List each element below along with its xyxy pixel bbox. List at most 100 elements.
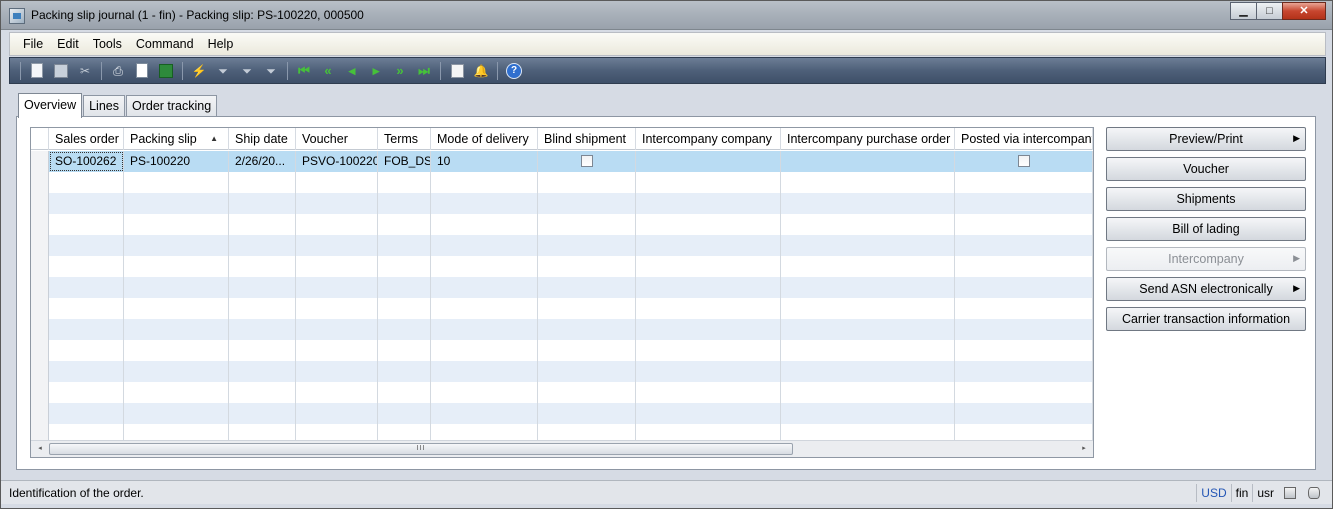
send-asn-electronically-button[interactable]: Send ASN electronically ▶ <box>1106 277 1306 301</box>
grid-cell[interactable] <box>955 214 1093 235</box>
previous-page-icon[interactable]: « <box>318 61 338 81</box>
table-row[interactable] <box>31 256 1093 277</box>
grid-cell[interactable] <box>378 193 431 214</box>
grid-cell[interactable] <box>124 298 229 319</box>
voucher-button[interactable]: Voucher <box>1106 157 1306 181</box>
grid-cell[interactable] <box>636 214 781 235</box>
menu-edit[interactable]: Edit <box>50 37 86 51</box>
column-header-voucher[interactable]: Voucher <box>296 128 378 150</box>
table-row[interactable] <box>31 382 1093 403</box>
advanced-filter-icon[interactable]: ⏷ <box>237 61 257 81</box>
grid-cell[interactable] <box>296 382 378 403</box>
grid-cell[interactable] <box>431 214 538 235</box>
grid-cell[interactable] <box>955 340 1093 361</box>
grid-cell[interactable] <box>955 319 1093 340</box>
row-selector[interactable] <box>31 382 49 403</box>
minimize-button[interactable]: ▁ <box>1230 2 1257 20</box>
column-header-sales-order[interactable]: Sales order <box>49 128 124 150</box>
grid-cell[interactable] <box>538 172 636 193</box>
new-document-icon[interactable] <box>27 61 47 81</box>
grid-cell[interactable] <box>378 319 431 340</box>
row-selector[interactable] <box>31 340 49 361</box>
row-selector[interactable] <box>31 403 49 424</box>
remove-filter-icon[interactable]: ⏷ <box>261 61 281 81</box>
first-record-icon[interactable]: ⏮ <box>294 61 314 81</box>
delete-icon[interactable]: ✂ <box>75 61 95 81</box>
grid-cell[interactable] <box>538 235 636 256</box>
grid-cell[interactable] <box>781 319 955 340</box>
grid-cell[interactable] <box>538 403 636 424</box>
row-selector[interactable] <box>31 256 49 277</box>
table-row[interactable] <box>31 235 1093 256</box>
row-selector[interactable] <box>31 319 49 340</box>
grid-cell[interactable] <box>781 277 955 298</box>
grid-cell[interactable] <box>49 277 124 298</box>
grid-cell[interactable] <box>955 256 1093 277</box>
grid-cell[interactable] <box>781 403 955 424</box>
filter-by-selection-icon[interactable]: ⚡ <box>189 61 209 81</box>
grid-cell[interactable] <box>378 340 431 361</box>
grid-cell[interactable] <box>49 172 124 193</box>
column-header-mode-of-delivery[interactable]: Mode of delivery <box>431 128 538 150</box>
grid-cell[interactable] <box>538 340 636 361</box>
close-button[interactable]: ✕ <box>1282 2 1326 20</box>
cell-sales-order[interactable]: SO-100262 <box>49 151 124 172</box>
maximize-button[interactable]: □ <box>1256 2 1283 20</box>
grid-cell[interactable] <box>49 214 124 235</box>
grid-cell[interactable] <box>296 403 378 424</box>
save-icon[interactable] <box>51 61 71 81</box>
grid-cell[interactable] <box>296 235 378 256</box>
grid-cell[interactable] <box>636 382 781 403</box>
cell-ship-date[interactable]: 2/26/20... <box>229 151 296 172</box>
grid-cell[interactable] <box>955 277 1093 298</box>
cell-packing-slip[interactable]: PS-100220 <box>124 151 229 172</box>
shipments-button[interactable]: Shipments <box>1106 187 1306 211</box>
grid-cell[interactable] <box>781 193 955 214</box>
alert-icon[interactable]: 🔔 <box>471 61 491 81</box>
cell-intercompany-purchase-order[interactable] <box>781 151 955 172</box>
column-header-blind-shipment[interactable]: Blind shipment <box>538 128 636 150</box>
table-row[interactable] <box>31 277 1093 298</box>
previous-record-icon[interactable]: ◂ <box>342 61 362 81</box>
table-row[interactable] <box>31 172 1093 193</box>
grid-cell[interactable] <box>431 193 538 214</box>
menu-file[interactable]: File <box>10 37 50 51</box>
export-excel-icon[interactable] <box>156 61 176 81</box>
row-selector[interactable] <box>31 235 49 256</box>
grid-cell[interactable] <box>431 319 538 340</box>
grid-cell[interactable] <box>229 403 296 424</box>
grid-cell[interactable] <box>124 382 229 403</box>
grid-cell[interactable] <box>431 403 538 424</box>
table-row[interactable] <box>31 193 1093 214</box>
cell-terms[interactable]: FOB_DS <box>378 151 431 172</box>
grid-cell[interactable] <box>124 277 229 298</box>
grid-cell[interactable] <box>124 214 229 235</box>
company-indicator[interactable]: fin <box>1230 484 1253 502</box>
grid-cell[interactable] <box>538 277 636 298</box>
grid-cell[interactable] <box>781 256 955 277</box>
scroll-right-icon[interactable]: ▸ <box>1077 443 1091 455</box>
grid-cell[interactable] <box>378 382 431 403</box>
grid-cell[interactable] <box>781 214 955 235</box>
next-page-icon[interactable]: » <box>390 61 410 81</box>
grid-cell[interactable] <box>229 277 296 298</box>
grid-cell[interactable] <box>49 298 124 319</box>
document-handling-icon[interactable] <box>447 61 467 81</box>
row-selector[interactable] <box>31 361 49 382</box>
grid-cell[interactable] <box>538 298 636 319</box>
grid-cell[interactable] <box>296 298 378 319</box>
grid-cell[interactable] <box>538 361 636 382</box>
column-header-packing-slip[interactable]: Packing slip ▲ <box>124 128 229 150</box>
grid-cell[interactable] <box>781 235 955 256</box>
grid-cell[interactable] <box>955 172 1093 193</box>
scrollbar-thumb[interactable]: III <box>49 443 793 455</box>
grid-cell[interactable] <box>636 172 781 193</box>
grid-cell[interactable] <box>49 361 124 382</box>
grid-cell[interactable] <box>538 382 636 403</box>
preview-print-button[interactable]: Preview/Print ▶ <box>1106 127 1306 151</box>
carrier-transaction-information-button[interactable]: Carrier transaction information <box>1106 307 1306 331</box>
currency-indicator[interactable]: USD <box>1196 484 1230 502</box>
grid-cell[interactable] <box>229 382 296 403</box>
row-selector[interactable] <box>31 277 49 298</box>
grid-cell[interactable] <box>636 319 781 340</box>
